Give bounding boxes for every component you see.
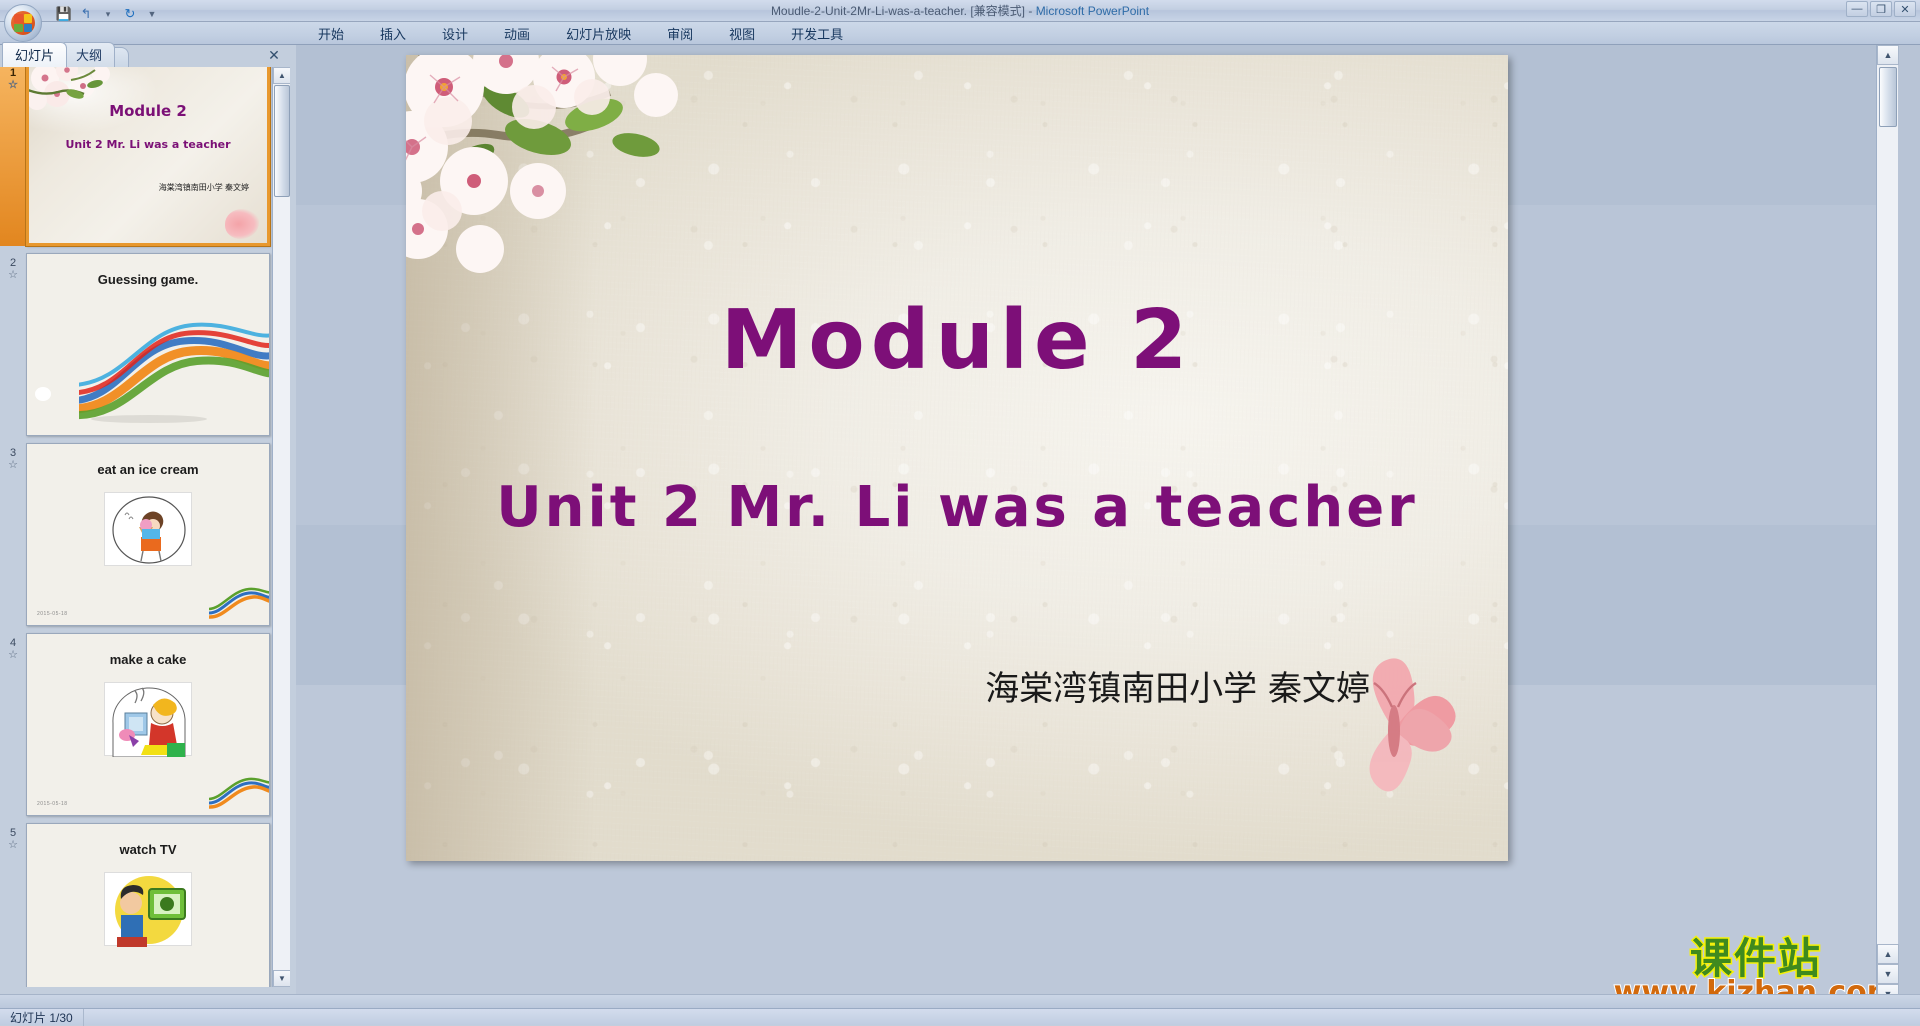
slide-thumbnail-2[interactable]: 2 ☆ Guessing game. xyxy=(0,253,272,436)
watermark-brand: 课件站 xyxy=(1614,938,1898,980)
slide-subtitle: Unit 2 Mr. Li was a teacher xyxy=(406,475,1508,540)
thumbnail-index-2: 2 xyxy=(10,257,16,269)
thumbnail-number-4: 4 ☆ xyxy=(0,633,26,661)
thumbnail-number-2: 2 ☆ xyxy=(0,253,26,281)
slides-panel-tabs: 幻灯片 大纲 xyxy=(2,45,129,67)
save-icon[interactable]: 💾 xyxy=(56,6,72,22)
swirl-corner-icon xyxy=(209,773,269,813)
close-button[interactable]: ✕ xyxy=(1894,1,1916,17)
slide-scroll-up-button[interactable]: ▲ xyxy=(1877,45,1899,65)
watch-tv-image xyxy=(104,872,192,946)
orb-quadrant-red xyxy=(14,14,23,23)
thumbnail-footnote: 2015-05-18 xyxy=(37,611,68,617)
thumbnail-title-3: eat an ice cream xyxy=(27,462,269,477)
thumbnail-subtitle-1: Unit 2 Mr. Li was a teacher xyxy=(29,138,267,151)
animation-star-icon: ☆ xyxy=(0,839,26,851)
ribbon-tab-animations[interactable]: 动画 xyxy=(486,21,548,46)
thumbnail-list[interactable]: 1 ☆ xyxy=(0,67,290,987)
thumbnail-number-3: 3 ☆ xyxy=(0,443,26,471)
thumbnail-title-2: Guessing game. xyxy=(27,272,269,287)
ribbon-tab-developer[interactable]: 开发工具 xyxy=(773,21,861,46)
thumbnail-scrollbar[interactable]: ▲ ▼ xyxy=(272,67,290,987)
slide-stage: Module 2 Unit 2 Mr. Li was a teacher 海棠湾… xyxy=(296,45,1898,1008)
slide-scrollbar[interactable]: ▲ ▲ ▼ ▼ xyxy=(1876,45,1898,1008)
thumbnail-frame-2: Guessing game. xyxy=(26,253,270,436)
undo-dropdown-icon[interactable]: ▾ xyxy=(100,6,116,22)
next-slide-button[interactable]: ▼ xyxy=(1877,964,1899,984)
slide-author: 海棠湾镇南田小学 秦文婷 xyxy=(985,661,1370,710)
tab-outline[interactable]: 大纲 xyxy=(63,42,115,67)
slide-thumbnail-4[interactable]: 4 ☆ make a cake xyxy=(0,633,272,816)
thumbnail-author-1: 海棠湾镇南田小学 秦文婷 xyxy=(159,182,249,193)
office-logo-icon xyxy=(11,11,35,35)
window-title: Moudle-2-Unit-2Mr-Li-was-a-teacher. [兼容模… xyxy=(0,2,1920,19)
undo-icon[interactable]: ↰ xyxy=(78,6,94,22)
thumbnail-index-5: 5 xyxy=(10,827,16,839)
redo-icon[interactable]: ↻ xyxy=(122,6,138,22)
workspace: 幻灯片 大纲 ✕ 1 ☆ xyxy=(0,45,1920,1008)
thumbnail-scroll-up-button[interactable]: ▲ xyxy=(273,67,291,84)
orb-quadrant-green xyxy=(14,24,23,33)
status-bar: 幻灯片 1/30 xyxy=(0,1008,1920,1025)
slide-title: Module 2 xyxy=(406,293,1508,388)
thumbnail-index-4: 4 xyxy=(10,637,16,649)
title-separator: - xyxy=(1025,4,1036,18)
ice-cream-image xyxy=(104,492,192,566)
thumbnail-footnote: 2015-05-18 xyxy=(37,801,68,807)
thumbnail-title-4: make a cake xyxy=(27,652,269,667)
animation-star-icon: ☆ xyxy=(0,649,26,661)
animation-star-icon: ☆ xyxy=(0,459,26,471)
thumbnail-frame-1: Module 2 Unit 2 Mr. Li was a teacher 海棠湾… xyxy=(26,67,270,246)
slides-panel: 幻灯片 大纲 ✕ 1 ☆ xyxy=(0,45,290,1008)
ribbon-tab-view[interactable]: 视图 xyxy=(711,21,773,46)
ribbon-tab-slideshow[interactable]: 幻灯片放映 xyxy=(548,21,649,46)
restore-button[interactable]: ❐ xyxy=(1870,1,1892,17)
office-button[interactable] xyxy=(4,4,42,42)
tab-slides[interactable]: 幻灯片 xyxy=(2,42,67,67)
document-title: Moudle-2-Unit-2Mr-Li-was-a-teacher. [兼容模… xyxy=(771,4,1025,18)
quick-access-toolbar: 💾 ↰ ▾ ↻ ▼ xyxy=(48,4,168,24)
title-bar: Moudle-2-Unit-2Mr-Li-was-a-teacher. [兼容模… xyxy=(0,0,1920,22)
close-panel-icon[interactable]: ✕ xyxy=(266,47,282,63)
thumbnail-index-1: 1 xyxy=(10,67,16,79)
slide-thumbnail-5[interactable]: 5 ☆ watch TV xyxy=(0,823,272,987)
window-controls: — ❐ ✕ xyxy=(1846,1,1916,17)
make-cake-image xyxy=(104,682,192,756)
customize-qat-icon[interactable]: ▼ xyxy=(144,6,160,22)
animation-star-icon: ☆ xyxy=(0,79,26,91)
thumbnail-title-5: watch TV xyxy=(27,842,269,857)
current-slide[interactable]: Module 2 Unit 2 Mr. Li was a teacher 海棠湾… xyxy=(406,55,1508,861)
thumbnail-number-1: 1 ☆ xyxy=(0,67,26,246)
swirl-highlight xyxy=(35,387,51,401)
ribbon-tabs: 开始 插入 设计 动画 幻灯片放映 审阅 视图 开发工具 xyxy=(300,22,861,45)
thumbnail-number-5: 5 ☆ xyxy=(0,823,26,851)
thumbnail-index-3: 3 xyxy=(10,447,16,459)
slide-thumbnail-3[interactable]: 3 ☆ eat an ice cream xyxy=(0,443,272,626)
orb-quadrant-blue xyxy=(24,24,33,33)
ribbon-bar: 💾 ↰ ▾ ↻ ▼ 开始 插入 设计 动画 幻灯片放映 审阅 视图 开发工具 xyxy=(0,22,1920,45)
bottom-divider-bar xyxy=(0,994,1920,1008)
slide-scrollbar-thumb[interactable] xyxy=(1879,67,1897,127)
ribbon-tab-review[interactable]: 审阅 xyxy=(649,21,711,46)
orb-quadrant-yellow xyxy=(24,14,33,23)
thumbnail-frame-4: make a cake xyxy=(26,633,270,816)
swirl-graphic-icon xyxy=(79,315,269,425)
thumbnail-frame-3: eat an ice cream xyxy=(26,443,270,626)
thumbnail-frame-5: watch TV xyxy=(26,823,270,987)
slide-thumbnail-1[interactable]: 1 ☆ xyxy=(0,67,272,246)
thumbnail-title-1: Module 2 xyxy=(29,102,267,120)
status-slide-counter: 幻灯片 1/30 xyxy=(0,1009,84,1026)
animation-star-icon: ☆ xyxy=(0,269,26,281)
ribbon-tab-insert[interactable]: 插入 xyxy=(362,21,424,46)
thumbnail-scrollbar-thumb[interactable] xyxy=(274,85,290,197)
previous-slide-button[interactable]: ▲ xyxy=(1877,944,1899,964)
thumbnail-scroll-down-button[interactable]: ▼ xyxy=(273,970,291,987)
app-name: Microsoft PowerPoint xyxy=(1036,4,1149,18)
swirl-corner-icon xyxy=(209,583,269,623)
ribbon-tab-design[interactable]: 设计 xyxy=(424,21,486,46)
ribbon-tab-home[interactable]: 开始 xyxy=(300,21,362,46)
minimize-button[interactable]: — xyxy=(1846,1,1868,17)
